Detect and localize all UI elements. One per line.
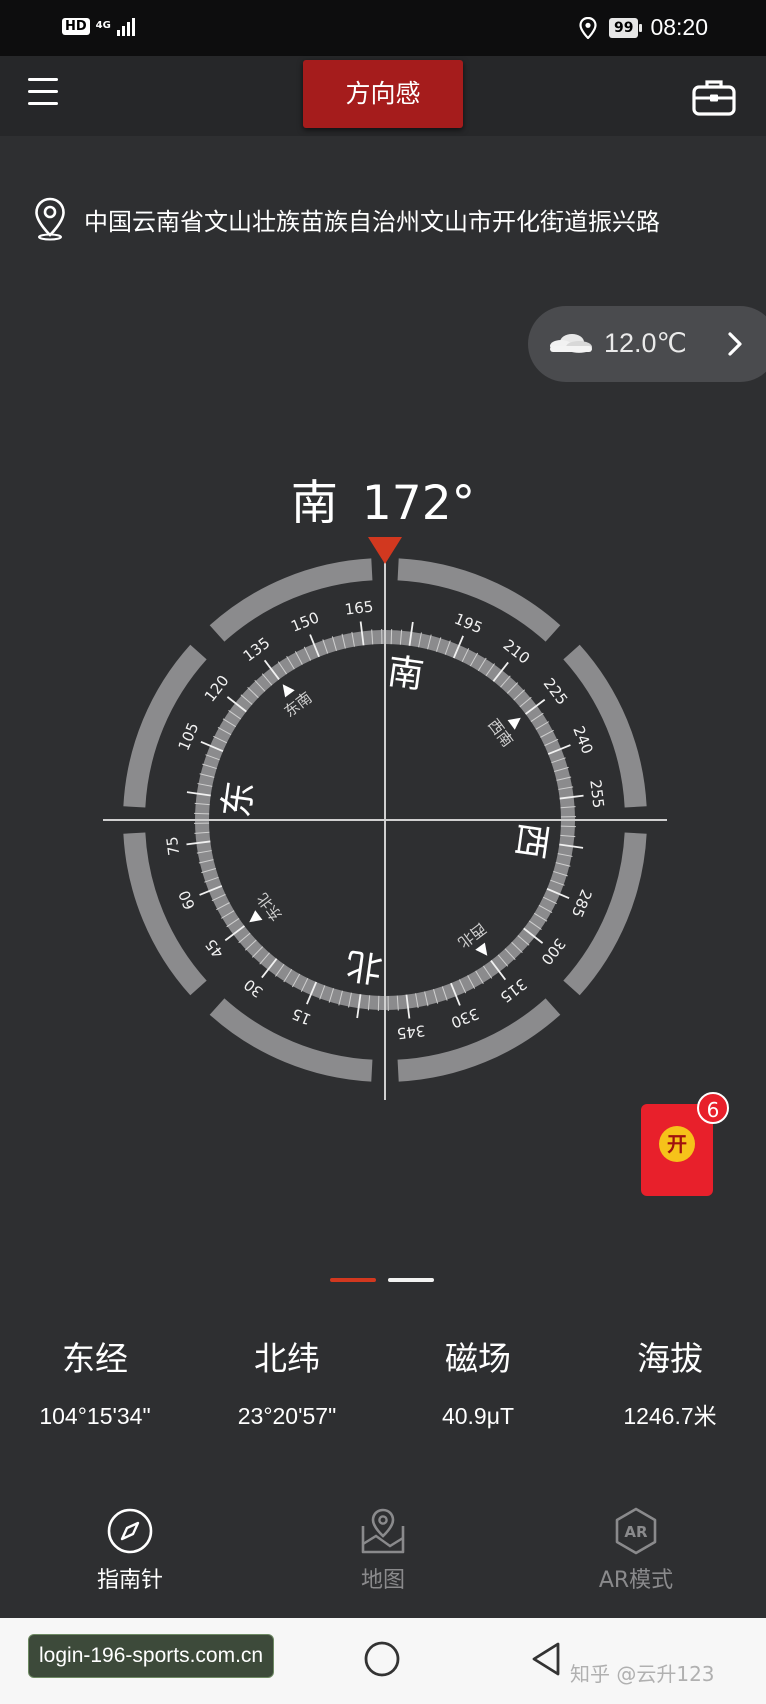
- battery-indicator: 99: [608, 17, 643, 38]
- compass-degree-label: 285: [568, 887, 596, 920]
- compass-pointer: [475, 942, 488, 956]
- compass-degree-label: 315: [497, 975, 531, 1007]
- stat-label: 北纬: [254, 1339, 320, 1378]
- map-icon: [361, 1508, 405, 1554]
- compass-degree-label: 45: [202, 935, 228, 961]
- cloud-icon: [550, 334, 592, 353]
- compass-degree-label: 120: [201, 672, 233, 706]
- compass-degree-label: 150: [288, 608, 321, 635]
- hd-badge: HD: [62, 17, 90, 35]
- compass-heading-marker: [368, 537, 402, 564]
- heading-readout: 南 172°: [0, 464, 766, 533]
- compass-degree-label: 60: [175, 888, 199, 912]
- nav-map[interactable]: 地图: [308, 1506, 458, 1594]
- hamburger-menu-icon[interactable]: [28, 78, 62, 112]
- stat-altitude: 海拔 1246.7米: [575, 1334, 765, 1436]
- location-pin-icon: [35, 197, 65, 241]
- compass-dial[interactable]: 15 30 4560 75 105 120135 150 165 195 210225 240 255…: [95, 530, 675, 1110]
- compass-degree-label: 255: [586, 779, 607, 810]
- nav-label: 指南针: [96, 1568, 163, 1593]
- red-packet-open-label: 开: [659, 1126, 695, 1162]
- bottom-nav: 指南针 地图 AR AR模式: [0, 1506, 766, 1616]
- stat-label: 海拔: [637, 1339, 703, 1378]
- status-bar: HD 4G 99 08:20: [0, 0, 766, 56]
- status-time: 08:20: [650, 14, 708, 40]
- compass-tick: [377, 995, 380, 1011]
- location-row[interactable]: 中国云南省文山壮族苗族自治州文山市开化街道振兴路: [34, 196, 734, 242]
- nav-compass[interactable]: 指南针: [55, 1506, 205, 1594]
- stat-label: 磁场: [445, 1339, 511, 1378]
- red-packet-badge: 6: [697, 1092, 729, 1124]
- watermark-text: 知乎 @云升123: [570, 1662, 715, 1686]
- compass-degree-label: 135: [240, 634, 274, 666]
- compass-pointer: [507, 717, 521, 730]
- red-packet-button[interactable]: 开 6: [641, 1092, 729, 1196]
- compass-ring-segment: [209, 998, 373, 1082]
- status-left: HD 4G: [62, 16, 135, 36]
- compass-pointer: [282, 684, 295, 698]
- heading-direction: 南: [290, 476, 338, 531]
- stat-label: 东经: [62, 1339, 128, 1378]
- nav-label: AR模式: [598, 1568, 674, 1593]
- nav-label: 地图: [360, 1568, 405, 1593]
- cardinal-north: 北: [344, 943, 385, 989]
- compass-icon: [107, 1508, 153, 1554]
- stat-value: 104°15'34": [39, 1403, 151, 1429]
- compass-degree-label: 240: [569, 723, 596, 756]
- stat-value: 23°20'57": [237, 1403, 337, 1429]
- page-indicator: [330, 1278, 434, 1282]
- compass-degree-label: 15: [289, 1005, 314, 1029]
- stat-longitude: 东经 104°15'34": [0, 1334, 190, 1436]
- signal-icon: [116, 16, 135, 36]
- stat-latitude: 北纬 23°20'57": [192, 1334, 382, 1436]
- ar-icon: AR: [615, 1507, 657, 1555]
- location-address: 中国云南省文山壮族苗族自治州文山市开化街道振兴路: [84, 207, 660, 236]
- stat-value: 40.9μT: [441, 1403, 515, 1429]
- compass-tick: [390, 629, 393, 645]
- svg-text:AR: AR: [624, 1523, 648, 1541]
- app-title-button[interactable]: 方向感: [303, 60, 463, 128]
- toolbox-icon[interactable]: [692, 78, 736, 116]
- stats-row: 东经 104°15'34" 北纬 23°20'57" 磁场 40.9μT 海拔 …: [0, 1334, 766, 1454]
- compass-degree-label: 105: [175, 720, 203, 753]
- heading-degrees: 172°: [361, 476, 476, 531]
- compass-degree-label: 30: [240, 975, 266, 1001]
- stat-value: 1246.7米: [623, 1403, 717, 1429]
- nav-ar-mode[interactable]: AR AR模式: [561, 1506, 711, 1594]
- compass-degree-label: 195: [452, 610, 485, 638]
- cardinal-east: 东: [216, 779, 262, 820]
- compass-pointer: [249, 910, 263, 923]
- compass-degree-label: 345: [396, 1021, 427, 1042]
- compass-degree-label: 300: [537, 935, 569, 969]
- compass-degree-label: 165: [344, 597, 375, 618]
- stat-magnetic-field: 磁场 40.9μT: [383, 1334, 573, 1436]
- location-status-icon: [579, 16, 597, 39]
- compass-tick: [194, 812, 210, 815]
- status-right: 99 08:20: [579, 14, 708, 41]
- compass-degree-label: 75: [163, 835, 183, 856]
- home-icon[interactable]: [363, 1640, 401, 1678]
- system-navigation-bar: login-196-sports.com.cn 知乎 @云升123: [0, 1618, 766, 1704]
- cardinal-south: 南: [385, 651, 426, 697]
- page-dot[interactable]: [388, 1278, 434, 1282]
- chevron-right-icon: [728, 332, 742, 356]
- weather-temperature: 12.0℃: [604, 328, 687, 358]
- compass-degree-label: 330: [448, 1004, 481, 1031]
- url-overlay: login-196-sports.com.cn: [28, 1634, 275, 1678]
- app-bar: 方向感: [0, 56, 766, 136]
- page-dot-active[interactable]: [330, 1278, 376, 1282]
- weather-pill[interactable]: 12.0℃: [528, 306, 766, 382]
- compass-degree-label: 225: [540, 675, 572, 709]
- back-icon[interactable]: [528, 1640, 564, 1678]
- cardinal-west: 西: [508, 820, 554, 861]
- compass-tick: [560, 825, 576, 828]
- network-type: 4G: [95, 20, 111, 31]
- compass-degree-label: 210: [500, 636, 534, 668]
